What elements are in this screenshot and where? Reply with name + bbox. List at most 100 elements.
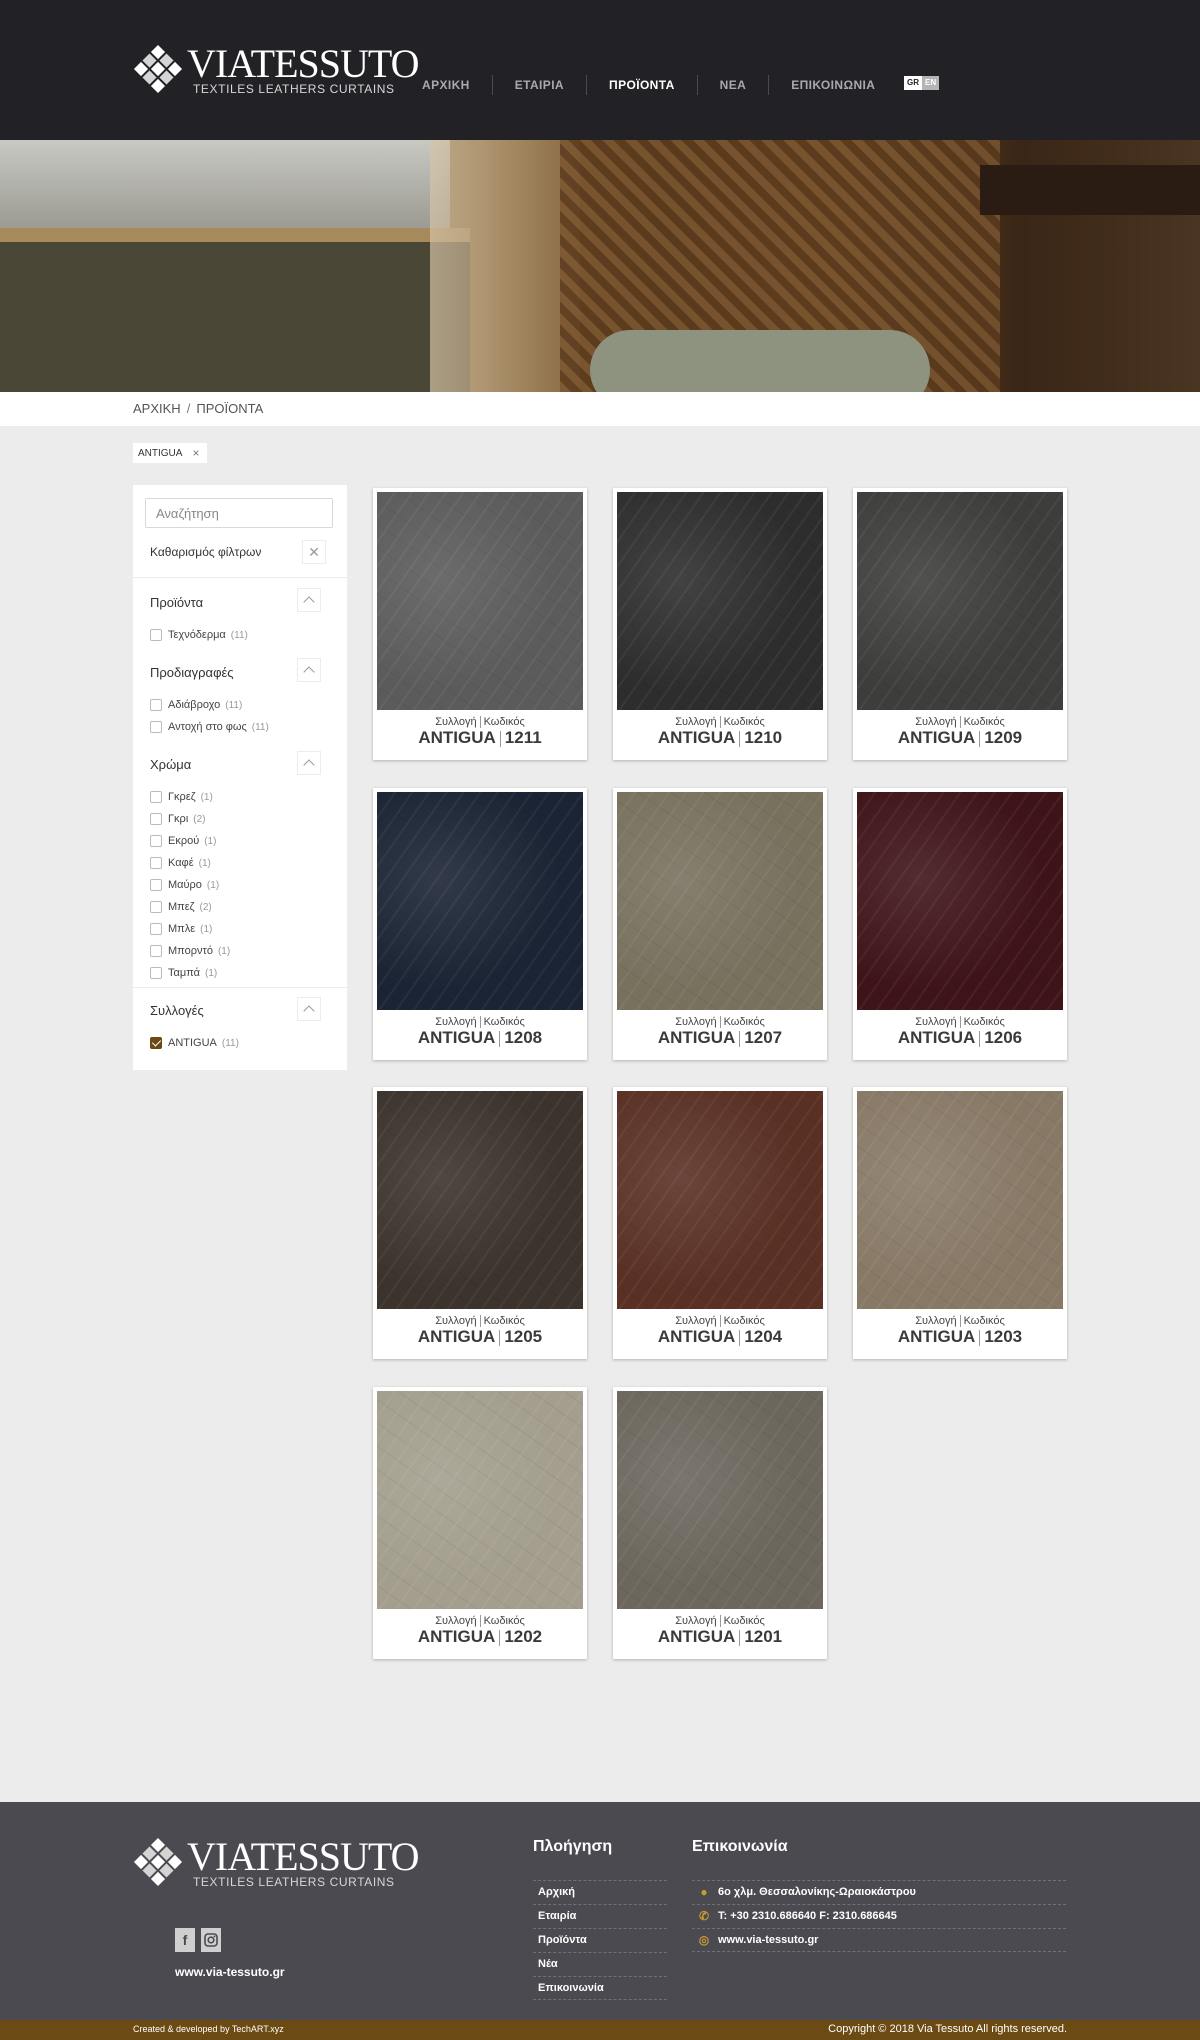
checkbox[interactable] [150, 629, 162, 641]
product-card[interactable]: Συλλογή Κωδικός ANTIGUA 1210 [613, 488, 827, 760]
hero-books [980, 165, 1200, 215]
product-card[interactable]: Συλλογή Κωδικός ANTIGUA 1207 [613, 788, 827, 1060]
option-color-kafe[interactable]: Καφέ (1) [150, 855, 211, 871]
option-color-ble[interactable]: Μπλε (1) [150, 921, 212, 937]
search-input[interactable] [145, 498, 333, 528]
product-swatch-image[interactable] [377, 1091, 583, 1309]
nav-news[interactable]: ΝΕΑ [698, 75, 770, 95]
code-label: Κωδικός [963, 1016, 1005, 1028]
footer-nav-list: Αρχική Εταιρία Προϊόντα Νέα Επικοινωνία [533, 1880, 667, 2000]
product-meta: Συλλογή Κωδικός ANTIGUA 1206 [853, 1016, 1067, 1048]
product-swatch-image[interactable] [617, 1091, 823, 1309]
code-label: Κωδικός [723, 716, 765, 728]
option-waterproof[interactable]: Αδιάβροχο (11) [150, 697, 242, 713]
product-card[interactable]: Συλλογή Κωδικός ANTIGUA 1211 [373, 488, 587, 760]
option-color-grez[interactable]: Γκρεζ (1) [150, 789, 213, 805]
product-card[interactable]: Συλλογή Κωδικός ANTIGUA 1204 [613, 1087, 827, 1359]
lang-en[interactable]: EN [922, 76, 940, 90]
product-code: 1208 [504, 1028, 543, 1048]
product-swatch-image[interactable] [617, 1391, 823, 1609]
option-color-ekru[interactable]: Εκρού (1) [150, 833, 216, 849]
option-color-bordo[interactable]: Μπορντό (1) [150, 943, 230, 959]
checkbox[interactable] [150, 813, 162, 825]
facebook-icon[interactable]: f [175, 1928, 195, 1952]
product-values: ANTIGUA 1203 [853, 1327, 1067, 1347]
product-swatch-image[interactable] [617, 792, 823, 1010]
label-separator [479, 716, 481, 729]
checkbox[interactable] [150, 699, 162, 711]
checkbox[interactable] [150, 835, 162, 847]
nav-company[interactable]: ΕΤΑΙΡΙΑ [493, 75, 587, 95]
chevron-up-icon [303, 759, 315, 771]
product-card[interactable]: Συλλογή Κωδικός ANTIGUA 1202 [373, 1387, 587, 1659]
product-card[interactable]: Συλλογή Κωδικός ANTIGUA 1205 [373, 1087, 587, 1359]
checkbox[interactable] [150, 721, 162, 733]
product-labels: Συλλογή Κωδικός [613, 1315, 827, 1328]
product-swatch-image[interactable] [377, 792, 583, 1010]
collapse-color-button[interactable] [297, 751, 321, 775]
footer-link-home[interactable]: Αρχική [533, 1880, 667, 1904]
checkbox[interactable] [150, 791, 162, 803]
label-separator [959, 1315, 961, 1328]
value-separator [739, 1030, 741, 1047]
product-labels: Συλλογή Κωδικός [853, 1315, 1067, 1328]
lang-gr[interactable]: GR [904, 76, 922, 90]
checkbox[interactable] [150, 923, 162, 935]
nav-products[interactable]: ΠΡΟΪΟΝΤΑ [587, 75, 698, 95]
product-collection: ANTIGUA [897, 1028, 976, 1048]
footer-link-news[interactable]: Νέα [533, 1952, 667, 1976]
collection-label: Συλλογή [435, 1315, 477, 1327]
checkbox[interactable] [150, 901, 162, 913]
option-label: Αντοχή στο φως [168, 721, 247, 733]
breadcrumb-home[interactable]: ΑΡΧΙΚΗ [133, 401, 181, 416]
product-swatch-image[interactable] [857, 792, 1063, 1010]
option-color-tampa[interactable]: Ταμπά (1) [150, 965, 217, 981]
footer-link-contact[interactable]: Επικοινωνία [533, 1976, 667, 2000]
product-swatch-image[interactable] [377, 1391, 583, 1609]
option-collection-antigua[interactable]: ANTIGUA (11) [150, 1035, 239, 1051]
product-card[interactable]: Συλλογή Κωδικός ANTIGUA 1203 [853, 1087, 1067, 1359]
option-color-bez[interactable]: Μπεζ (2) [150, 899, 212, 915]
footer-logo[interactable]: VIATESSUTO TEXTILES LEATHERS CURTAINS [133, 1834, 420, 1891]
product-card[interactable]: Συλλογή Κωδικός ANTIGUA 1209 [853, 488, 1067, 760]
checkbox[interactable] [150, 967, 162, 979]
option-color-mavro[interactable]: Μαύρο (1) [150, 877, 219, 893]
checkbox[interactable] [150, 879, 162, 891]
nav-contact[interactable]: ΕΠΙΚΟΙΝΩΝΙΑ [769, 75, 897, 95]
close-icon: ✕ [308, 543, 320, 560]
footer-website[interactable]: www.via-tessuto.gr [175, 1965, 285, 1979]
product-collection: ANTIGUA [897, 728, 976, 748]
site-logo[interactable]: VIATESSUTO TEXTILES LEATHERS CURTAINS [133, 41, 420, 98]
clear-filters-button[interactable]: ✕ [302, 540, 326, 564]
collection-label: Συλλογή [675, 1615, 717, 1627]
product-swatch-image[interactable] [857, 492, 1063, 710]
label-separator [479, 1016, 481, 1029]
remove-filter-icon[interactable]: × [192, 446, 199, 460]
product-values: ANTIGUA 1207 [613, 1028, 827, 1048]
code-label: Κωδικός [963, 1315, 1005, 1327]
product-code: 1203 [984, 1327, 1023, 1347]
credit-text[interactable]: Created & developed by TechART.xyz [133, 2024, 284, 2034]
product-card[interactable]: Συλλογή Κωδικός ANTIGUA 1206 [853, 788, 1067, 1060]
product-swatch-image[interactable] [377, 492, 583, 710]
collapse-collections-button[interactable] [297, 997, 321, 1021]
nav-home[interactable]: ΑΡΧΙΚΗ [400, 75, 493, 95]
contact-website[interactable]: ◎ www.via-tessuto.gr [692, 1928, 1066, 1952]
option-technoderma[interactable]: Τεχνόδερμα (11) [150, 627, 248, 643]
footer-link-company[interactable]: Εταιρία [533, 1904, 667, 1928]
product-collection: ANTIGUA [417, 1028, 496, 1048]
collapse-products-button[interactable] [297, 588, 321, 612]
code-label: Κωδικός [483, 1615, 525, 1627]
checkbox[interactable] [150, 945, 162, 957]
footer-link-products[interactable]: Προϊόντα [533, 1928, 667, 1952]
product-card[interactable]: Συλλογή Κωδικός ANTIGUA 1208 [373, 788, 587, 1060]
collapse-specs-button[interactable] [297, 658, 321, 682]
checkbox[interactable] [150, 857, 162, 869]
product-swatch-image[interactable] [617, 492, 823, 710]
instagram-icon[interactable] [201, 1928, 221, 1952]
checkbox-checked[interactable] [150, 1037, 162, 1049]
option-color-gri[interactable]: Γκρι (2) [150, 811, 206, 827]
product-swatch-image[interactable] [857, 1091, 1063, 1309]
product-card[interactable]: Συλλογή Κωδικός ANTIGUA 1201 [613, 1387, 827, 1659]
option-lightfast[interactable]: Αντοχή στο φως (11) [150, 719, 269, 735]
